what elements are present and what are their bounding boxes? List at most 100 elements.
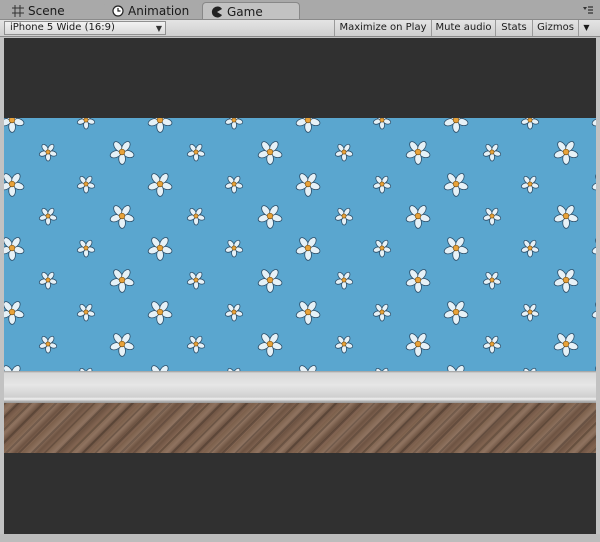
gizmos-dropdown-icon[interactable]: ▼ <box>578 20 594 36</box>
flower <box>4 365 21 371</box>
flower <box>443 237 469 261</box>
flower <box>405 141 431 165</box>
tab-scene-label: Scene <box>28 4 65 18</box>
flower <box>372 303 392 322</box>
flower <box>299 365 317 371</box>
tab-animation-label: Animation <box>128 4 190 18</box>
stats-button[interactable]: Stats <box>495 20 532 36</box>
mute-audio-button[interactable]: Mute audio <box>431 20 495 36</box>
flower <box>38 271 58 290</box>
flower <box>186 143 206 162</box>
wall-moulding <box>4 371 596 403</box>
clock-icon <box>112 5 124 17</box>
gizmos-button[interactable]: Gizmos <box>532 20 578 36</box>
flower <box>147 237 173 261</box>
flower <box>186 207 206 226</box>
flower-pattern <box>4 118 596 371</box>
flower <box>109 269 135 293</box>
flower <box>482 207 502 226</box>
game-scene <box>4 118 596 453</box>
flower <box>591 118 596 127</box>
flower <box>257 205 283 229</box>
pacman-icon <box>211 6 222 17</box>
tab-game[interactable]: Game <box>202 2 300 20</box>
flower <box>147 173 173 197</box>
flower <box>38 335 58 354</box>
wooden-floor <box>4 403 596 453</box>
flower <box>257 269 283 293</box>
flower <box>4 173 25 197</box>
flower <box>109 141 135 165</box>
tab-game-label: Game <box>227 4 263 19</box>
flower <box>186 335 206 354</box>
flower <box>38 143 58 162</box>
aspect-ratio-value: iPhone 5 Wide (16:9) <box>10 22 115 33</box>
flower <box>76 118 96 130</box>
flower <box>482 335 502 354</box>
flower <box>109 333 135 357</box>
chevron-down-icon: ▼ <box>155 24 162 33</box>
grid-icon <box>12 5 24 17</box>
maximize-on-play-button[interactable]: Maximize on Play <box>334 20 431 36</box>
flower <box>520 175 540 194</box>
tab-strip: Scene Animation Game <box>0 0 600 20</box>
flower <box>109 205 135 229</box>
flower <box>372 239 392 258</box>
flower <box>443 173 469 197</box>
flower <box>553 269 579 293</box>
flower <box>147 301 173 325</box>
flower <box>257 333 283 357</box>
flower <box>372 175 392 194</box>
flower <box>4 301 25 325</box>
bottom-strip <box>0 534 600 542</box>
flower <box>147 118 173 133</box>
flower <box>334 207 354 226</box>
flower <box>553 141 579 165</box>
flower <box>405 205 431 229</box>
flower <box>405 269 431 293</box>
aspect-ratio-dropdown[interactable]: iPhone 5 Wide (16:9) ▼ <box>4 21 166 35</box>
flower <box>4 118 25 133</box>
flower <box>520 239 540 258</box>
flower <box>372 118 392 130</box>
flower <box>520 303 540 322</box>
flower <box>186 271 206 290</box>
flower <box>405 333 431 357</box>
flower <box>224 239 244 258</box>
flower <box>295 237 321 261</box>
flower <box>76 239 96 258</box>
flower <box>295 301 321 325</box>
flower <box>76 175 96 194</box>
flower <box>295 173 321 197</box>
flower <box>334 271 354 290</box>
flower <box>151 365 169 371</box>
flower <box>224 303 244 322</box>
flower <box>482 143 502 162</box>
flower <box>591 173 596 191</box>
panel-menu-icon[interactable] <box>582 4 594 16</box>
flower <box>443 118 469 133</box>
flower <box>447 365 465 371</box>
flower <box>334 143 354 162</box>
game-toolbar: iPhone 5 Wide (16:9) ▼ Maximize on Play … <box>0 19 600 37</box>
flower <box>38 207 58 226</box>
flower <box>334 335 354 354</box>
tab-scene[interactable]: Scene <box>4 2 104 20</box>
flower <box>257 141 283 165</box>
flower <box>520 118 540 130</box>
game-window: Scene Animation Game iPhone 5 Wide (16:9… <box>0 0 600 542</box>
wallpaper-background <box>4 118 596 371</box>
flower <box>595 365 596 371</box>
flower <box>76 303 96 322</box>
flower <box>443 301 469 325</box>
flower <box>553 205 579 229</box>
flower <box>4 237 25 261</box>
flower <box>224 118 244 130</box>
flower <box>591 301 596 319</box>
flower <box>224 175 244 194</box>
flower <box>553 333 579 357</box>
flower <box>295 118 321 133</box>
tab-animation[interactable]: Animation <box>104 2 200 20</box>
game-viewport[interactable] <box>4 38 596 534</box>
flower <box>482 271 502 290</box>
